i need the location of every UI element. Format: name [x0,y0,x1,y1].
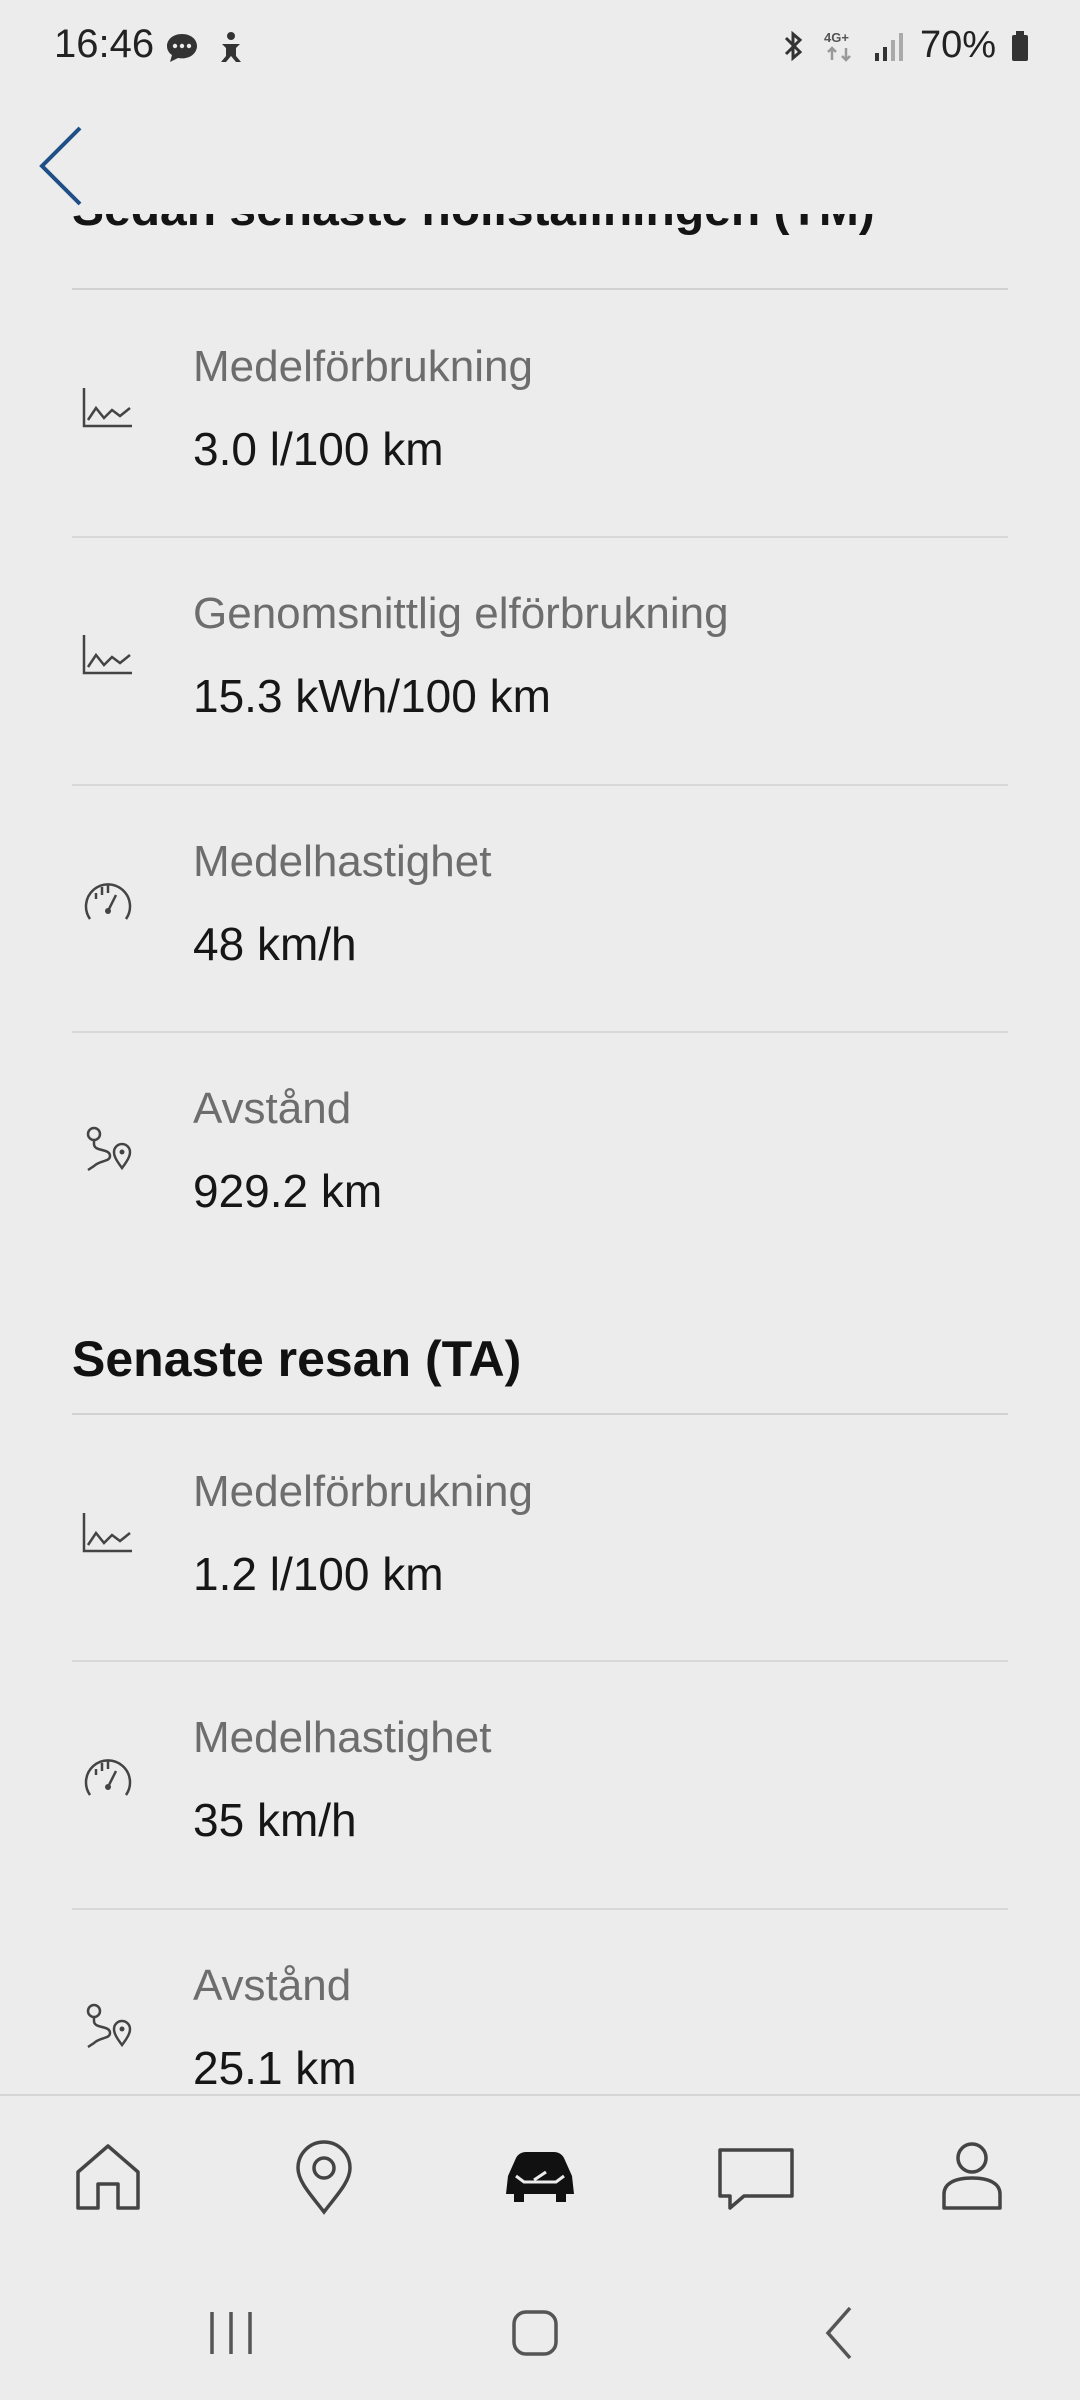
stat-row-avg-electric-consumption: Genomsnittlig elförbrukning 15.3 kWh/100… [72,537,1008,783]
stat-value: 3.0 l/100 km [193,423,444,475]
trip-stats-content[interactable]: Sedan senaste nollställningen (TM) Medel… [0,0,1080,2094]
speedometer-icon [84,883,132,920]
stat-label: Medelhastighet [193,1713,492,1762]
stat-label: Avstånd [193,1084,352,1133]
section-heading-since-reset: Sedan senaste nollställningen (TM) [72,214,875,262]
stat-label: Avstånd [193,1961,352,2010]
stat-value: 35 km/h [193,1794,357,1846]
tab-profile[interactable] [932,2136,1012,2216]
chat-icon [718,2148,794,2210]
home-square-icon [512,2310,558,2356]
system-nav-bar [0,2258,1080,2400]
car-icon [506,2152,574,2202]
stat-label: Medelförbrukning [193,342,533,391]
stat-row-distance: Avstånd 25.1 km [72,1909,1008,2094]
recent-apps-button[interactable] [196,2298,266,2368]
back-system-button[interactable] [806,2298,876,2368]
stat-row-avg-speed: Medelhastighet 35 km/h [72,1661,1008,1907]
home-icon [76,2144,140,2210]
tab-messages[interactable] [716,2136,796,2216]
stat-label: Medelförbrukning [193,1467,533,1516]
home-system-button[interactable] [500,2298,570,2368]
section-heading-last-trip: Senaste resan (TA) [72,1331,522,1387]
chart-line-icon [82,388,132,428]
stat-value: 929.2 km [193,1165,383,1217]
stat-value: 25.1 km [193,2042,357,2094]
stat-label: Medelhastighet [193,837,492,886]
chart-line-icon [82,635,132,675]
recent-apps-icon [210,2312,252,2354]
back-arrow-icon [825,2306,852,2360]
stat-value: 1.2 l/100 km [193,1548,444,1600]
stat-row-avg-consumption: Medelförbrukning 1.2 l/100 km [72,1415,1008,1661]
stat-row-distance: Avstånd 929.2 km [72,1032,1008,1278]
stat-value: 48 km/h [193,918,357,970]
stat-label: Genomsnittlig elförbrukning [193,589,729,638]
speedometer-icon [84,1759,132,1796]
user-icon [942,2142,1002,2210]
stat-row-avg-consumption: Medelförbrukning 3.0 l/100 km [72,290,1008,536]
stat-row-avg-speed: Medelhastighet 48 km/h [72,785,1008,1031]
tab-map[interactable] [284,2136,364,2216]
route-icon [86,1126,132,1172]
bottom-tab-bar [0,2094,1080,2260]
chart-line-icon [82,1513,132,1553]
route-icon [86,2003,132,2049]
stat-value: 15.3 kWh/100 km [193,670,551,722]
tab-car[interactable] [500,2136,580,2216]
tab-home[interactable] [68,2136,148,2216]
location-pin-icon [296,2140,352,2215]
